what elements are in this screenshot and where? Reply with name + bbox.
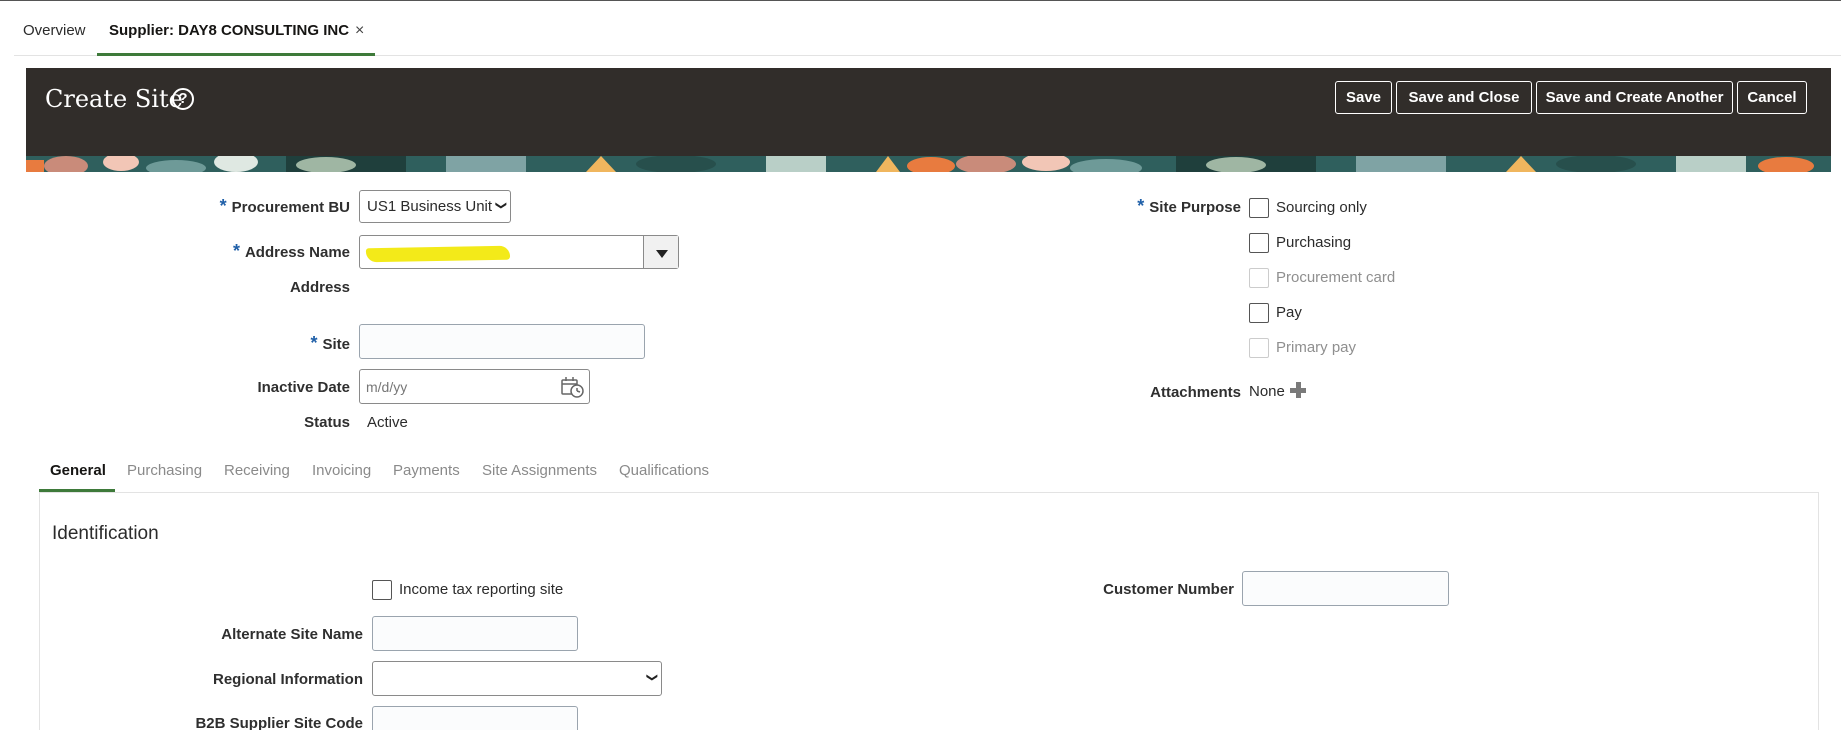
subtab-site-assignments[interactable]: Site Assignments (482, 462, 597, 479)
site-label: * Site (310, 333, 350, 353)
procurement-card-checkbox (1249, 268, 1269, 288)
page-title: Create Site (45, 85, 183, 113)
regional-information-label: Regional Information (213, 671, 363, 688)
identification-title: Identification (52, 523, 159, 544)
subtab-invoicing[interactable]: Invoicing (312, 462, 371, 479)
subtab-purchasing[interactable]: Purchasing (127, 462, 202, 479)
pay-checkbox[interactable] (1249, 303, 1269, 323)
attachments-value: None (1249, 383, 1285, 400)
sourcing-only-checkbox[interactable] (1249, 198, 1269, 218)
purchasing-checkbox[interactable] (1249, 233, 1269, 253)
pay-label: Pay (1276, 304, 1302, 321)
procurement-card-label: Procurement card (1276, 269, 1396, 286)
save-and-create-another-button[interactable]: Save and Create Another (1536, 81, 1733, 114)
tab-overview[interactable]: Overview (23, 22, 86, 39)
customer-number-label: Customer Number (1103, 581, 1234, 598)
status-value: Active (367, 414, 408, 431)
procurement-bu-label: * Procurement BU (219, 196, 350, 216)
close-tab-icon[interactable]: × (355, 22, 364, 40)
sourcing-only-label: Sourcing only (1276, 199, 1367, 216)
dropdown-arrow-icon[interactable] (643, 236, 678, 268)
b2b-supplier-site-code-input[interactable] (372, 706, 578, 730)
address-name-combobox[interactable] (359, 235, 679, 269)
b2b-supplier-site-code-label: B2B Supplier Site Code (195, 715, 363, 730)
active-tab-indicator (97, 53, 375, 56)
subtab-qualifications[interactable]: Qualifications (619, 462, 709, 479)
add-attachment-icon[interactable] (1290, 382, 1306, 398)
status-label: Status (304, 414, 350, 431)
help-icon[interactable]: ? (172, 88, 194, 110)
site-purpose-label: * Site Purpose (1137, 196, 1241, 216)
chevron-down-icon: ❯ (645, 672, 658, 683)
subtab-receiving[interactable]: Receiving (224, 462, 290, 479)
alternate-site-name-label: Alternate Site Name (221, 626, 363, 643)
attachments-label: Attachments (1150, 384, 1241, 401)
procurement-bu-select[interactable]: US1 Business Unit ❯ (359, 190, 511, 223)
address-label: Address (289, 279, 350, 296)
primary-pay-checkbox (1249, 338, 1269, 358)
window-top-line (0, 0, 1841, 1)
save-and-close-button[interactable]: Save and Close (1396, 81, 1532, 114)
purchasing-label: Purchasing (1276, 234, 1352, 251)
customer-number-input[interactable] (1242, 571, 1449, 606)
subtab-payments[interactable]: Payments (393, 462, 460, 479)
subtab-general[interactable]: General (50, 462, 106, 479)
tab-supplier[interactable]: Supplier: DAY8 CONSULTING INC (109, 22, 349, 39)
alternate-site-name-input[interactable] (372, 616, 578, 651)
page-header: Create Site ? Save Save and Close Save a… (26, 68, 1831, 172)
chevron-down-icon: ❯ (494, 200, 507, 211)
general-panel (39, 492, 1819, 730)
income-tax-reporting-label: Income tax reporting site (399, 581, 564, 598)
income-tax-reporting-checkbox[interactable] (372, 580, 392, 600)
primary-pay-label: Primary pay (1276, 339, 1357, 356)
decorative-banner (26, 156, 1831, 172)
inactive-date-label: Inactive Date (257, 379, 350, 396)
address-name-label: * Address Name (232, 241, 350, 261)
site-input[interactable] (359, 324, 645, 359)
inactive-date-input[interactable]: m/d/yy (359, 369, 590, 404)
cancel-button[interactable]: Cancel (1737, 81, 1807, 114)
redaction-highlight (365, 245, 511, 263)
regional-information-select[interactable]: ❯ (372, 661, 662, 696)
save-button[interactable]: Save (1335, 81, 1392, 114)
calendar-icon[interactable] (561, 376, 585, 398)
